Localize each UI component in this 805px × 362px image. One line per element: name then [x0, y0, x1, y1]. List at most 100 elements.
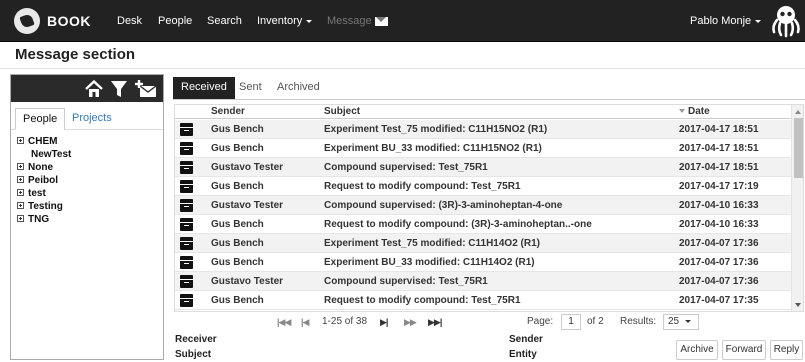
tree-item-label: None	[28, 162, 53, 173]
column-subject[interactable]: Subject	[324, 105, 360, 119]
table-row[interactable]: Gus Bench Experiment BU_33 modified: C11…	[175, 139, 791, 158]
octopus-logo-icon[interactable]	[770, 4, 802, 38]
row-date: 2017-04-10 16:33	[679, 219, 759, 230]
column-sender[interactable]: Sender	[211, 105, 245, 119]
tab-sent[interactable]: Sent	[231, 77, 270, 99]
row-date: 2017-04-10 16:33	[679, 200, 759, 211]
expand-icon[interactable]	[17, 176, 24, 183]
tree-item[interactable]: CHEM	[17, 135, 163, 148]
column-date[interactable]: Date	[679, 105, 710, 119]
tree-item-label: CHEM	[28, 136, 58, 147]
results-value: 25	[668, 316, 680, 327]
tree-item[interactable]: None	[17, 161, 163, 174]
page-input[interactable]: 1	[561, 314, 581, 330]
scroll-down-icon[interactable]	[795, 303, 801, 307]
nav-message[interactable]: Message	[327, 0, 388, 42]
row-subject: Request to modify compound: Test_75R1	[324, 181, 521, 192]
archive-icon[interactable]	[180, 123, 193, 136]
tree-item[interactable]: Testing	[17, 200, 163, 213]
expand-icon[interactable]	[17, 202, 24, 209]
row-subject: Experiment Test_75 modified: C11H14O2 (R…	[324, 238, 540, 249]
expand-icon[interactable]	[17, 163, 24, 170]
scrollbar[interactable]	[791, 105, 803, 311]
archive-icon[interactable]	[180, 142, 193, 155]
chevron-down-icon	[306, 19, 313, 23]
pager-range: 1-25 of 38	[322, 316, 368, 327]
home-icon[interactable]	[83, 78, 105, 100]
user-menu[interactable]: Pablo Monje	[690, 0, 762, 42]
scrollbar-thumb[interactable]	[794, 118, 803, 178]
scroll-up-icon[interactable]	[795, 110, 801, 114]
row-sender: Gus Bench	[211, 219, 264, 230]
row-date: 2017-04-17 17:19	[679, 181, 759, 192]
sort-desc-icon	[679, 109, 685, 113]
row-date: 2017-04-07 17:36	[679, 276, 759, 287]
tab-received[interactable]: Received	[173, 77, 235, 99]
archive-icon[interactable]	[180, 294, 193, 307]
tree-item-label: test	[28, 188, 46, 199]
row-date: 2017-04-07 17:35	[679, 295, 759, 306]
row-subject: Experiment Test_75 modified: C11H15NO2 (…	[324, 124, 548, 135]
tab-archived[interactable]: Archived	[269, 77, 328, 99]
archive-icon[interactable]	[180, 218, 193, 231]
table-row[interactable]: Gus Bench Request to modify compound: Te…	[175, 291, 791, 310]
row-subject: Experiment BU_33 modified: C11H14O2 (R1)	[324, 257, 535, 268]
row-sender: Gus Bench	[211, 257, 264, 268]
row-subject: Compound supervised: Test_75R1	[324, 162, 488, 173]
page-title: Message section	[15, 46, 136, 63]
tree-item-label: Testing	[28, 201, 63, 212]
archive-icon[interactable]	[180, 199, 193, 212]
row-sender: Gus Bench	[211, 295, 264, 306]
tree-item[interactable]: Peibol	[17, 174, 163, 187]
brand[interactable]: BOOK	[14, 7, 91, 35]
reply-button[interactable]: Reply	[770, 340, 803, 360]
table-row[interactable]: Gus Bench Experiment BU_33 modified: C11…	[175, 253, 791, 272]
archive-button[interactable]: Archive	[676, 340, 718, 360]
prev-page-icon[interactable]: |◀	[301, 312, 310, 332]
forward-button[interactable]: Forward	[722, 340, 766, 360]
archive-icon[interactable]	[180, 275, 193, 288]
archive-icon[interactable]	[180, 237, 193, 250]
archive-icon[interactable]	[180, 256, 193, 269]
first-page-icon[interactable]: |◀◀	[277, 312, 291, 332]
row-subject: Request to modify compound: Test_75R1	[324, 295, 521, 306]
archive-icon[interactable]	[180, 180, 193, 193]
table-row[interactable]: Gustavo Tester Compound supervised: Test…	[175, 272, 791, 291]
tab-people[interactable]: People	[15, 108, 66, 130]
expand-icon[interactable]	[17, 215, 24, 222]
row-sender: Gus Bench	[211, 238, 264, 249]
filter-icon[interactable]	[109, 78, 129, 100]
last-page-icon[interactable]: ▶▶|	[428, 312, 442, 332]
row-sender: Gus Bench	[211, 143, 264, 154]
table-row[interactable]: Gustavo Tester Compound supervised: (3R)…	[175, 196, 791, 215]
message-rows: Gus Bench Experiment Test_75 modified: C…	[175, 120, 791, 310]
row-date: 2017-04-07 17:36	[679, 257, 759, 268]
archive-icon[interactable]	[180, 161, 193, 174]
pager: |◀◀ |◀ 1-25 of 38 ▶| ▶▶ ▶▶| Page: 1 of 2…	[174, 312, 790, 332]
receiver-label: Receiver	[175, 334, 217, 345]
nav-people[interactable]: People	[158, 0, 192, 42]
fast-forward-icon[interactable]: ▶▶	[404, 312, 417, 332]
table-row[interactable]: Gus Bench Request to modify compound: Te…	[175, 177, 791, 196]
nav-desk[interactable]: Desk	[117, 0, 142, 42]
top-navbar: BOOK Desk People Search Inventory Messag…	[0, 0, 805, 42]
new-message-icon[interactable]	[135, 78, 159, 100]
table-row[interactable]: Gus Bench Request to modify compound: (3…	[175, 215, 791, 234]
row-date: 2017-04-17 18:51	[679, 162, 759, 173]
expand-icon[interactable]	[17, 137, 24, 144]
next-page-icon[interactable]: ▶|	[380, 312, 389, 332]
tree-item[interactable]: NewTest	[17, 148, 163, 161]
tab-projects[interactable]: Projects	[65, 108, 119, 130]
nav-inventory[interactable]: Inventory	[257, 0, 313, 42]
results-select[interactable]: 25	[663, 314, 699, 330]
grid-header: Sender Subject Date	[175, 105, 791, 119]
expand-icon[interactable]	[17, 189, 24, 196]
tree-item[interactable]: TNG	[17, 213, 163, 226]
sender-label: Sender	[509, 334, 543, 345]
row-sender: Gustavo Tester	[211, 276, 284, 287]
table-row[interactable]: Gus Bench Experiment Test_75 modified: C…	[175, 234, 791, 253]
table-row[interactable]: Gustavo Tester Compound supervised: Test…	[175, 158, 791, 177]
nav-search[interactable]: Search	[207, 0, 242, 42]
table-row[interactable]: Gus Bench Experiment Test_75 modified: C…	[175, 120, 791, 139]
tree-item[interactable]: test	[17, 187, 163, 200]
